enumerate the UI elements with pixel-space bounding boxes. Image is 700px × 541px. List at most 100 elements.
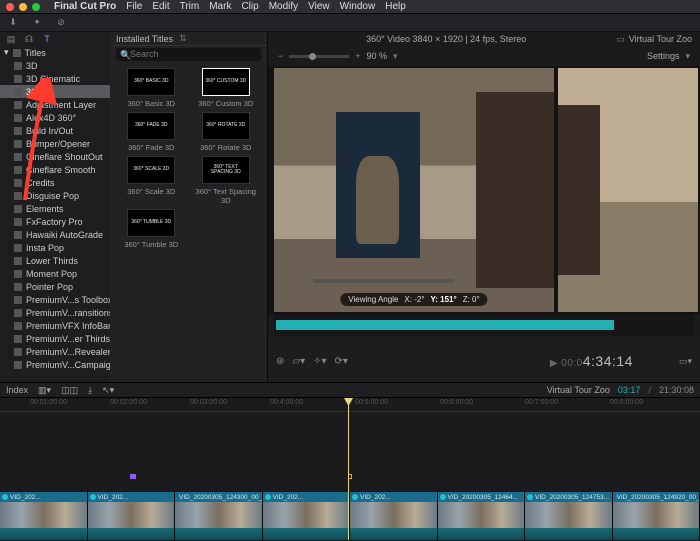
title-thumb[interactable]: 360° FADE 3D360° Fade 3D: [116, 112, 187, 152]
settings-label[interactable]: Settings: [647, 51, 680, 61]
bg-tasks-icon[interactable]: ⊘: [54, 16, 68, 30]
enhance-icon[interactable]: ✧▾: [313, 356, 326, 367]
keyword-icon[interactable]: ✦: [30, 16, 44, 30]
timeline-clip[interactable]: VID_20200305_12464...: [438, 492, 526, 540]
timeline-clip[interactable]: VID_20200305_124920_00_014: [613, 492, 700, 540]
marker-purple[interactable]: [130, 474, 136, 479]
menu-clip[interactable]: Clip: [241, 1, 258, 12]
menu-mark[interactable]: Mark: [209, 1, 231, 12]
sidebar-item-label: Disguise Pop: [26, 191, 79, 201]
zoom-slider[interactable]: [289, 55, 349, 58]
clip-name: VID_202...: [273, 494, 304, 501]
window-controls: [6, 3, 40, 11]
import-icon[interactable]: ⬇: [6, 16, 20, 30]
title-thumb[interactable]: 360° BASIC 3D360° Basic 3D: [116, 68, 187, 108]
zoom-in-icon[interactable]: +: [355, 51, 360, 61]
transform-icon[interactable]: ▱▾: [292, 356, 305, 367]
sidebar-tab-icons: ▤ ☊ T: [0, 32, 110, 46]
thumb-label: 360° Tumble 3D: [116, 240, 187, 249]
category-icon: [14, 114, 22, 122]
chevron-down-icon[interactable]: ▾: [685, 51, 690, 62]
sidebar-item[interactable]: PremiumVFX InfoBars: [0, 319, 110, 332]
title-thumb[interactable]: 360° CUSTOM 3D360° Custom 3D: [191, 68, 262, 108]
thumb-label: 360° Fade 3D: [116, 143, 187, 152]
sidebar-item[interactable]: PremiumV...Revealer: [0, 345, 110, 358]
sidebar-item[interactable]: Pointer Pop: [0, 280, 110, 293]
secondary-viewport[interactable]: [558, 68, 698, 312]
timeline[interactable]: 00:01:00:0000:02:00:0000:03:00:0000:4:00…: [0, 398, 700, 540]
sidebar-item[interactable]: PremiumV...er Thirds: [0, 332, 110, 345]
view-popover-icon[interactable]: ▭▾: [679, 356, 692, 367]
sidebar-item[interactable]: Build In/Out: [0, 124, 110, 137]
sidebar-item[interactable]: PremiumV...s Toolbox: [0, 293, 110, 306]
menu-help[interactable]: Help: [385, 1, 406, 12]
sidebar-item[interactable]: Cineflare ShoutOut: [0, 150, 110, 163]
thumb-label: 360° Scale 3D: [116, 187, 187, 196]
sidebar-item[interactable]: PremiumV...ransitions: [0, 306, 110, 319]
close-window-button[interactable]: [6, 3, 14, 11]
trim-tool-icon[interactable]: ◫◫: [61, 385, 78, 396]
sidebar-item[interactable]: 3D: [0, 59, 110, 72]
empty-track-area[interactable]: [0, 412, 700, 472]
menu-view[interactable]: View: [308, 1, 330, 12]
marker-row: [0, 472, 700, 480]
timeline-clip[interactable]: VID_20200305_124300_00_009: [175, 492, 263, 540]
playhead[interactable]: [348, 398, 349, 540]
timeline-clip[interactable]: VID_202...: [88, 492, 176, 540]
retime-icon[interactable]: ⟳▾: [335, 356, 348, 367]
sort-icon[interactable]: ⇅: [179, 33, 187, 44]
category-icon: [14, 127, 22, 135]
chevron-down-icon[interactable]: ▾: [393, 51, 398, 62]
timeline-clip[interactable]: VID_202...: [350, 492, 438, 540]
globe-icon[interactable]: ⊛: [276, 356, 284, 367]
timeline-clip[interactable]: VID_202...: [263, 492, 351, 540]
sidebar-item[interactable]: Credits: [0, 176, 110, 189]
sidebar-item[interactable]: Hawaiki AutoGrade: [0, 228, 110, 241]
skimmer-strip[interactable]: [274, 314, 694, 336]
sidebar-item[interactable]: PremiumV...Campaign: [0, 358, 110, 371]
insert-tool-icon[interactable]: ⤓: [88, 385, 92, 396]
sidebar-item[interactable]: 3D Cinematic: [0, 72, 110, 85]
primary-storyline[interactable]: VID_202... VID_202... VID_20200305_124300_…: [0, 492, 700, 540]
clip-appearance-icon[interactable]: ▥▾: [38, 385, 51, 396]
zoom-out-icon[interactable]: −: [278, 51, 283, 61]
menu-trim[interactable]: Trim: [180, 1, 200, 12]
sidebar-item[interactable]: Alex4D 360°: [0, 111, 110, 124]
title-thumb[interactable]: 360° TUMBLE 3D360° Tumble 3D: [116, 209, 187, 249]
clip-header: VID_202...: [263, 492, 350, 502]
sidebar-item[interactable]: Adjustment Layer: [0, 98, 110, 111]
sidebar-item[interactable]: Disguise Pop: [0, 189, 110, 202]
title-thumb[interactable]: 360° ROTATE 3D360° Rotate 3D: [191, 112, 262, 152]
sidebar-item[interactable]: Lower Thirds: [0, 254, 110, 267]
sidebar-item[interactable]: Insta Pop: [0, 241, 110, 254]
menu-file[interactable]: File: [126, 1, 142, 12]
search-input[interactable]: [116, 48, 261, 61]
timeline-clip[interactable]: VID_20200305_124753...: [525, 492, 613, 540]
menu-edit[interactable]: Edit: [152, 1, 169, 12]
titles-icon[interactable]: T: [40, 32, 54, 46]
toolbar: ⬇ ✦ ⊘: [0, 14, 700, 32]
tools-popover-icon[interactable]: ↖▾: [102, 385, 114, 396]
sidebar-root-titles[interactable]: ▾ Titles: [0, 46, 110, 59]
minimize-window-button[interactable]: [19, 3, 27, 11]
ruler-tick: 00:8:00:00: [610, 399, 643, 406]
title-thumb[interactable]: 360° SCALE 3D360° Scale 3D: [116, 156, 187, 205]
sidebar-item[interactable]: FxFactory Pro: [0, 215, 110, 228]
menu-window[interactable]: Window: [340, 1, 376, 12]
sidebar-item[interactable]: Moment Pop: [0, 267, 110, 280]
search-icon: 🔍: [120, 50, 131, 61]
library-icon[interactable]: ▤: [4, 32, 18, 46]
index-label[interactable]: Index: [6, 385, 28, 395]
timeline-clip[interactable]: VID_202...: [0, 492, 88, 540]
menu-modify[interactable]: Modify: [269, 1, 298, 12]
sidebar-item[interactable]: Elements: [0, 202, 110, 215]
sidebar-item[interactable]: 360°: [0, 85, 110, 98]
photos-icon[interactable]: ☊: [22, 32, 36, 46]
clip-name: VID_202...: [10, 494, 41, 501]
zoom-window-button[interactable]: [32, 3, 40, 11]
main-viewport[interactable]: Viewing Angle X: -2° Y: 151° Z: 0°: [274, 68, 554, 312]
clip-name: VID_202...: [98, 494, 129, 501]
sidebar-item[interactable]: Bumper/Opener: [0, 137, 110, 150]
title-thumb[interactable]: 360° TEXT SPACING 3D360° Text Spacing 3D: [191, 156, 262, 205]
sidebar-item[interactable]: Cineflare Smooth: [0, 163, 110, 176]
